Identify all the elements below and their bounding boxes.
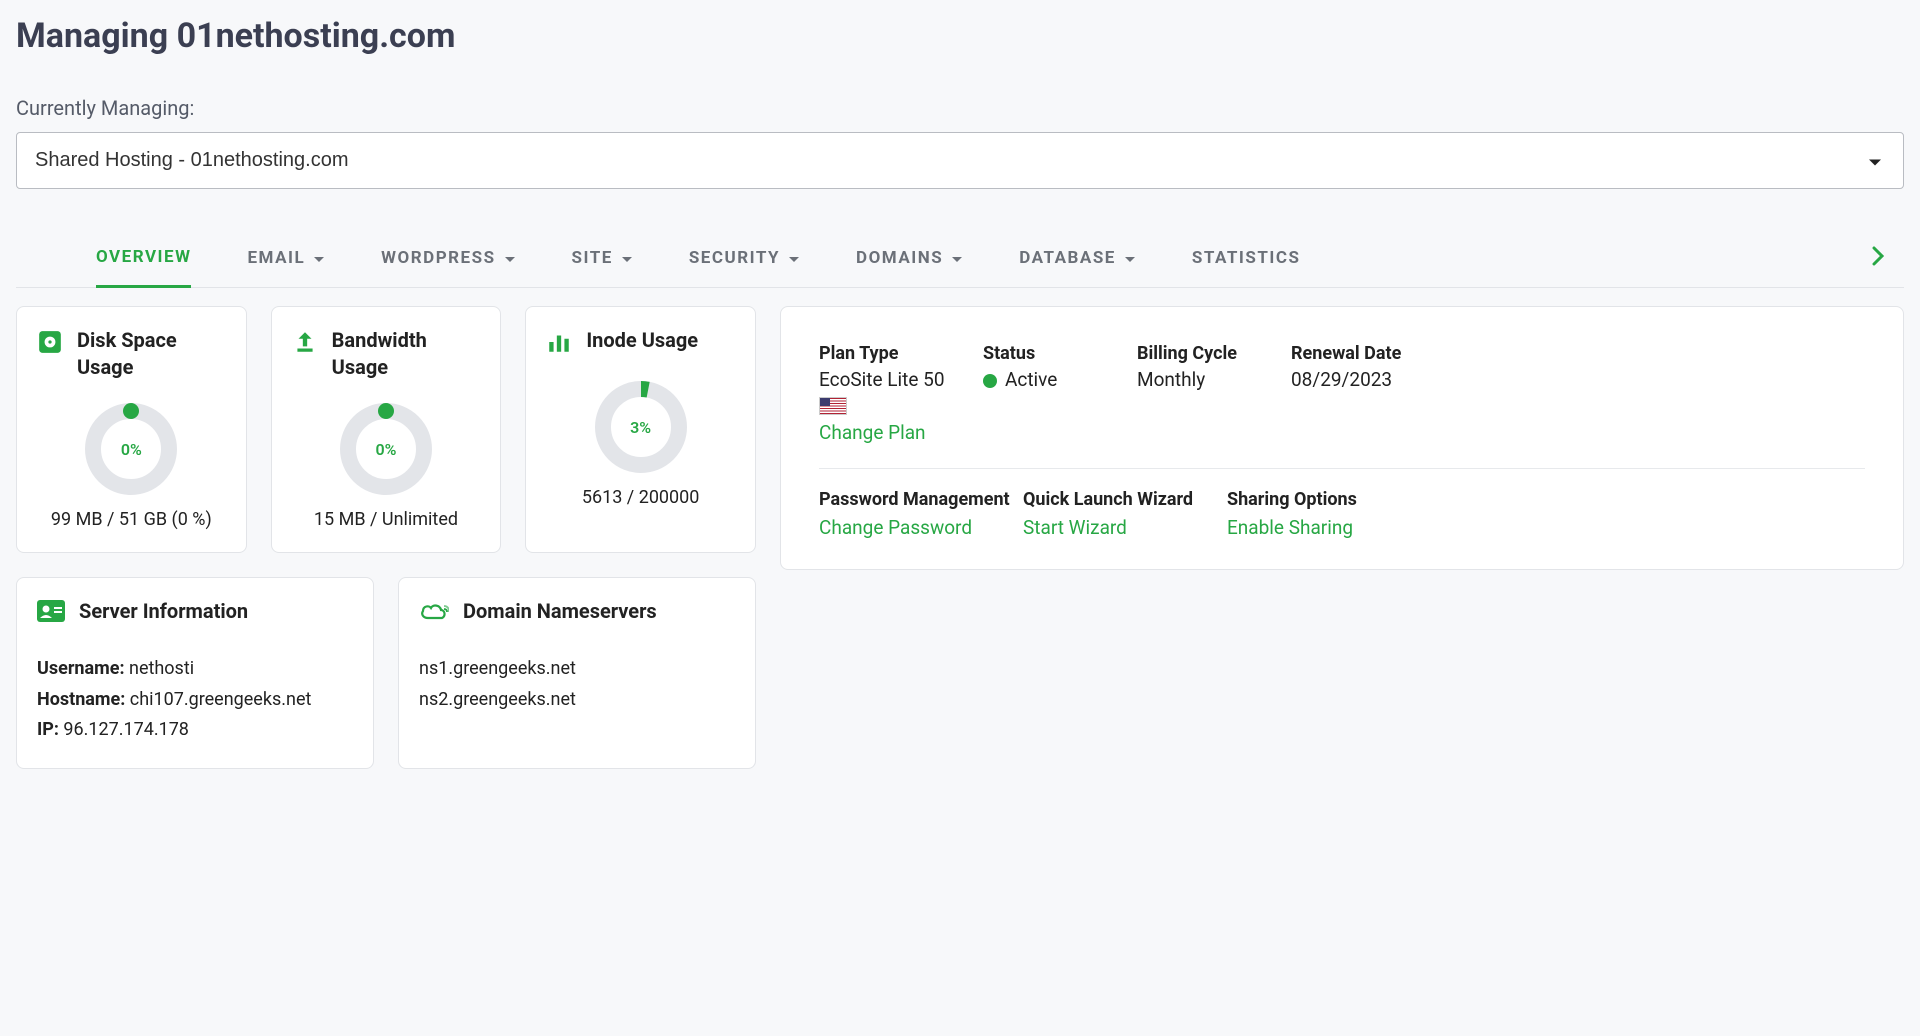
enable-sharing-link[interactable]: Enable Sharing	[1227, 516, 1353, 539]
status-label: Status	[983, 343, 1123, 364]
tab-label: OVERVIEW	[96, 247, 191, 267]
tab-email[interactable]: EMAIL	[247, 230, 325, 286]
ip-label: IP:	[37, 719, 59, 740]
disk-space-card: Disk Space Usage 0% 99 MB / 51 GB (0 %)	[16, 306, 247, 553]
inode-card: Inode Usage 3% 5613 / 200000	[525, 306, 756, 553]
tabs-scroll-right[interactable]	[1864, 238, 1892, 278]
caret-down-icon	[951, 248, 963, 268]
plan-info-card: Plan Type EcoSite Lite 50 Change Plan St…	[780, 306, 1904, 570]
change-password-link[interactable]: Change Password	[819, 516, 972, 539]
tab-label: EMAIL	[247, 248, 305, 268]
hosting-select-button[interactable]: Shared Hosting - 01nethosting.com	[16, 132, 1904, 189]
username-label: Username:	[37, 658, 125, 679]
username-value: nethosti	[129, 658, 194, 679]
password-mgmt-label: Password Management	[819, 489, 1019, 510]
tabs-nav: OVERVIEW EMAIL WORDPRESS SITE SECURITY D…	[16, 229, 1904, 288]
tab-security[interactable]: SECURITY	[689, 230, 800, 286]
card-title: Bandwidth Usage	[332, 327, 481, 381]
sharing-options-label: Sharing Options	[1227, 489, 1357, 510]
caret-down-icon	[313, 248, 325, 268]
ip-value: 96.127.174.178	[63, 719, 189, 740]
currently-managing-label: Currently Managing:	[16, 96, 1904, 120]
plan-type-label: Plan Type	[819, 343, 969, 364]
tab-label: DATABASE	[1019, 248, 1116, 268]
tab-site[interactable]: SITE	[572, 230, 633, 286]
upload-icon	[292, 329, 318, 359]
donut-percent: 3%	[591, 377, 691, 477]
quick-launch-label: Quick Launch Wizard	[1023, 489, 1213, 510]
card-title: Server Information	[79, 598, 248, 625]
caret-down-icon	[788, 248, 800, 268]
donut-percent: 0%	[81, 399, 181, 499]
card-title: Inode Usage	[586, 327, 698, 354]
tab-label: STATISTICS	[1192, 248, 1301, 268]
caret-down-icon	[504, 248, 516, 268]
hostname-value: chi107.greengeeks.net	[130, 689, 312, 710]
start-wizard-link[interactable]: Start Wizard	[1023, 516, 1127, 539]
id-card-icon	[37, 600, 65, 626]
billing-cycle-value: Monthly	[1137, 368, 1277, 391]
server-ip-row: IP: 96.127.174.178	[37, 715, 353, 746]
disk-usage-detail: 99 MB / 51 GB (0 %)	[37, 509, 226, 530]
renewal-date-label: Renewal Date	[1291, 343, 1401, 364]
caret-down-icon	[621, 248, 633, 268]
tab-label: WORDPRESS	[381, 248, 495, 268]
nameservers-card: Domain Nameservers ns1.greengeeks.net ns…	[398, 577, 756, 769]
tab-label: SECURITY	[689, 248, 780, 268]
tab-wordpress[interactable]: WORDPRESS	[381, 230, 515, 286]
tab-label: DOMAINS	[856, 248, 943, 268]
nameserver-2: ns2.greengeeks.net	[419, 685, 735, 716]
server-info-card: Server Information Username: nethosti Ho…	[16, 577, 374, 769]
nameserver-1: ns1.greengeeks.net	[419, 654, 735, 685]
disk-donut-chart: 0%	[81, 399, 181, 499]
tab-overview[interactable]: OVERVIEW	[96, 229, 191, 288]
disk-icon	[37, 329, 63, 359]
server-hostname-row: Hostname: chi107.greengeeks.net	[37, 685, 353, 716]
status-value: Active	[983, 368, 1123, 391]
cloud-icon	[419, 600, 449, 626]
hostname-label: Hostname:	[37, 689, 125, 710]
page-title: Managing 01nethosting.com	[16, 16, 1904, 56]
flag-us-icon	[819, 397, 847, 415]
change-plan-link[interactable]: Change Plan	[819, 421, 926, 444]
plan-type-value: EcoSite Lite 50	[819, 368, 969, 391]
tab-statistics[interactable]: STATISTICS	[1192, 230, 1301, 286]
caret-down-icon	[1124, 248, 1136, 268]
billing-cycle-label: Billing Cycle	[1137, 343, 1277, 364]
tab-label: SITE	[572, 248, 613, 268]
server-username-row: Username: nethosti	[37, 654, 353, 685]
card-title: Domain Nameservers	[463, 598, 657, 625]
renewal-date-value: 08/29/2023	[1291, 368, 1401, 391]
inode-donut-chart: 3%	[591, 377, 691, 477]
bandwidth-donut-chart: 0%	[336, 399, 436, 499]
donut-percent: 0%	[336, 399, 436, 499]
tab-database[interactable]: DATABASE	[1019, 230, 1136, 286]
tab-domains[interactable]: DOMAINS	[856, 230, 963, 286]
hosting-select[interactable]: Shared Hosting - 01nethosting.com	[16, 132, 1904, 189]
inode-usage-detail: 5613 / 200000	[546, 487, 735, 508]
chart-icon	[546, 329, 572, 359]
status-dot-icon	[983, 374, 997, 388]
bandwidth-usage-detail: 15 MB / Unlimited	[292, 509, 481, 530]
bandwidth-card: Bandwidth Usage 0% 15 MB / Unlimited	[271, 306, 502, 553]
chevron-right-icon	[1872, 246, 1884, 266]
card-title: Disk Space Usage	[77, 327, 226, 381]
